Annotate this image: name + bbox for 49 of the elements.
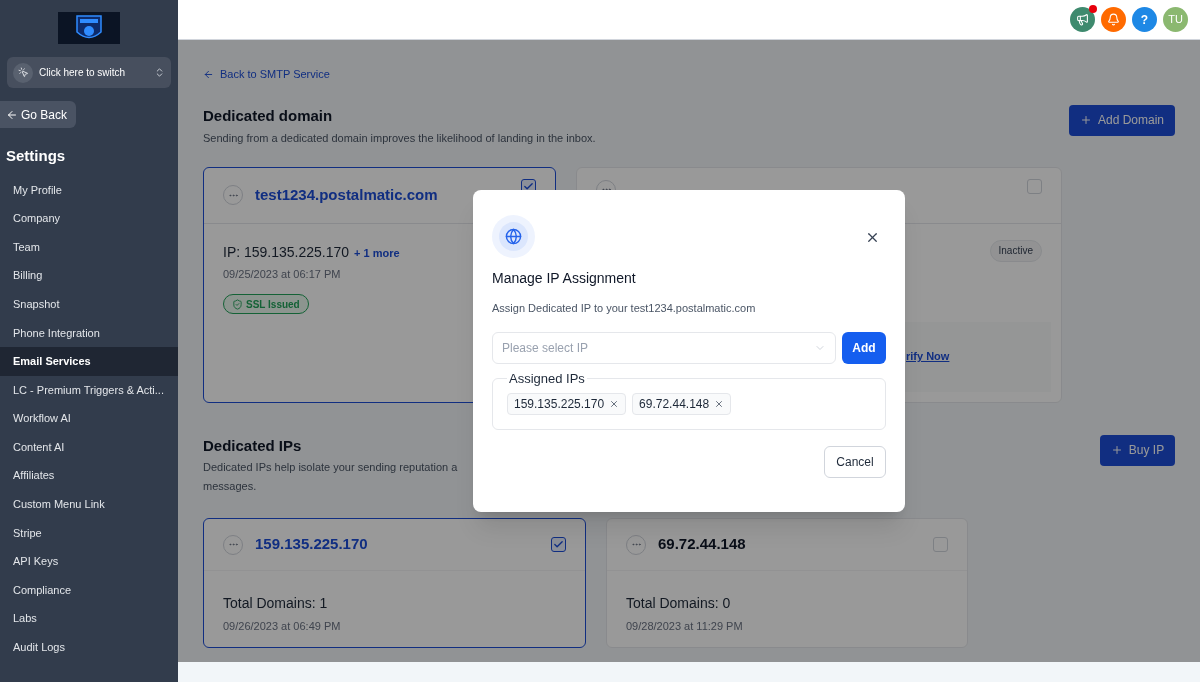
go-back-button[interactable]: Go Back [0,101,76,128]
ip-title[interactable]: 69.72.44.148 [658,533,746,556]
ip-card[interactable]: 159.135.225.170 Total Domains: 1 09/26/2023 at 06:49 PM [203,518,586,648]
add-button[interactable]: Add [842,331,886,364]
more-link[interactable]: + 1 more [354,244,400,261]
sidebar-item[interactable]: Compliance [0,575,178,605]
sidebar-item[interactable]: LC - Premium Triggers & Acti... [0,375,178,405]
sidebar-item[interactable]: Content AI [0,432,178,462]
sidebar-item[interactable]: Team [0,232,178,262]
account-switcher[interactable]: Click here to switch [7,57,171,88]
status-badge: Inactive [989,239,1042,262]
ip-title[interactable]: 159.135.225.170 [255,533,368,556]
ip-tag: 69.72.44.148 [632,393,732,415]
sidebar-item[interactable]: Stripe [0,518,178,548]
date-text: 09/25/2023 at 06:17 PM [223,266,341,282]
total-domains: Total Domains: 1 [223,594,329,613]
sidebar-item[interactable]: Email Services [0,347,178,376]
sidebar-item[interactable]: Custom Menu Link [0,490,178,519]
sidebar-item[interactable]: Billing [0,261,178,290]
ssl-badge: SSL Issued [223,294,309,314]
section-subtitle: messages. [203,478,258,494]
section-title: Dedicated domain [203,105,334,126]
sidebar-item[interactable]: Labs [0,604,178,633]
sidebar-item[interactable]: API Keys [0,547,178,576]
sidebar-item[interactable]: Workflow AI [0,404,178,433]
verify-link[interactable]: rify Now [906,348,950,365]
section-subtitle: Sending from a dedicated domain improves the likelihood of landing in the inbox. [203,131,596,146]
sidebar-item[interactable]: Phone Integration [0,318,178,348]
sidebar-item[interactable]: Affiliates [0,461,178,491]
sidebar-item[interactable]: Snapshot [0,289,178,319]
section-title: Dedicated IPs [203,435,303,456]
cancel-button[interactable]: Cancel [824,446,886,478]
domain-name[interactable]: test1234.postalmatic.com [255,183,438,207]
sidebar-item[interactable]: Company [0,204,178,233]
help-button[interactable]: ? [1132,7,1157,32]
back-link[interactable]: Back to SMTP Service [203,66,330,83]
ip-card[interactable]: 69.72.44.148 Total Domains: 0 09/28/2023 at 11:29 PM [606,518,968,648]
date-text: 09/26/2023 at 06:49 PM [223,619,342,634]
buy-ip-button[interactable]: Buy IP [1100,434,1175,466]
sidebar-item[interactable]: My Profile [0,175,178,205]
ip-address: IP: 159.135.225.170 [223,242,350,262]
settings-heading: Settings [6,146,67,166]
sidebar-item[interactable]: Audit Logs [0,633,178,662]
ip-tag: 159.135.225.170 [507,393,627,415]
date-text: 09/28/2023 at 11:29 PM [626,619,744,634]
section-subtitle: Dedicated IPs help isolate your sending reputation a [203,460,458,475]
switcher-label: Click here to switch [39,66,127,80]
total-domains: Total Domains: 0 [626,594,732,613]
add-domain-button[interactable]: Add Domain [1069,104,1175,136]
